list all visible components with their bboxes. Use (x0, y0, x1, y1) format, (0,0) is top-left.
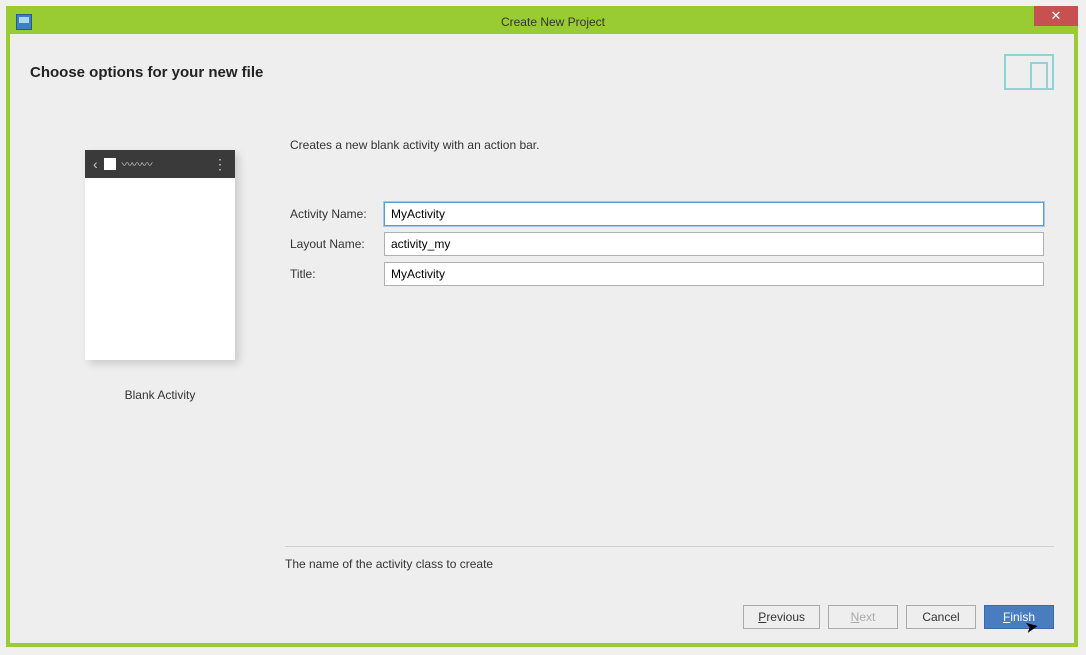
cancel-button[interactable]: Cancel (906, 605, 976, 629)
back-icon: ‹ (93, 156, 98, 172)
activity-name-label: Activity Name: (290, 207, 384, 221)
page-description: Creates a new blank activity with an act… (290, 138, 1044, 152)
form-column: Creates a new blank activity with an act… (290, 130, 1054, 402)
close-icon: ✕ (1051, 8, 1062, 24)
finish-button[interactable]: Finish (984, 605, 1054, 629)
title-placeholder-icon: 〰〰〰 (122, 156, 207, 172)
hint-area: The name of the activity class to create (285, 546, 1054, 571)
title-label: Title: (290, 267, 384, 281)
hint-divider (285, 546, 1054, 547)
hint-text: The name of the activity class to create (285, 557, 1054, 571)
activity-preview: ‹ 〰〰〰 ⋮ (85, 150, 235, 360)
title-bar: Create New Project ✕ (10, 10, 1074, 34)
app-square-icon (104, 158, 116, 170)
layout-name-label: Layout Name: (290, 237, 384, 251)
layout-name-input[interactable] (384, 232, 1044, 256)
dialog-content: Choose options for your new file ‹ 〰〰〰 ⋮… (10, 34, 1074, 643)
previous-button[interactable]: Previous (743, 605, 820, 629)
preview-column: ‹ 〰〰〰 ⋮ Blank Activity (60, 130, 260, 402)
app-icon (16, 14, 32, 30)
overflow-menu-icon: ⋮ (213, 156, 227, 173)
page-title: Choose options for your new file (30, 64, 263, 81)
activity-name-input[interactable] (384, 202, 1044, 226)
preview-label: Blank Activity (125, 388, 196, 402)
title-input[interactable] (384, 262, 1044, 286)
wizard-buttons: Previous Next Cancel Finish (743, 605, 1054, 629)
window-title: Create New Project (32, 15, 1074, 29)
preview-actionbar: ‹ 〰〰〰 ⋮ (85, 150, 235, 178)
device-icon (1004, 54, 1054, 90)
next-button: Next (828, 605, 898, 629)
dialog-window: Create New Project ✕ Choose options for … (6, 6, 1078, 647)
close-button[interactable]: ✕ (1034, 6, 1078, 26)
